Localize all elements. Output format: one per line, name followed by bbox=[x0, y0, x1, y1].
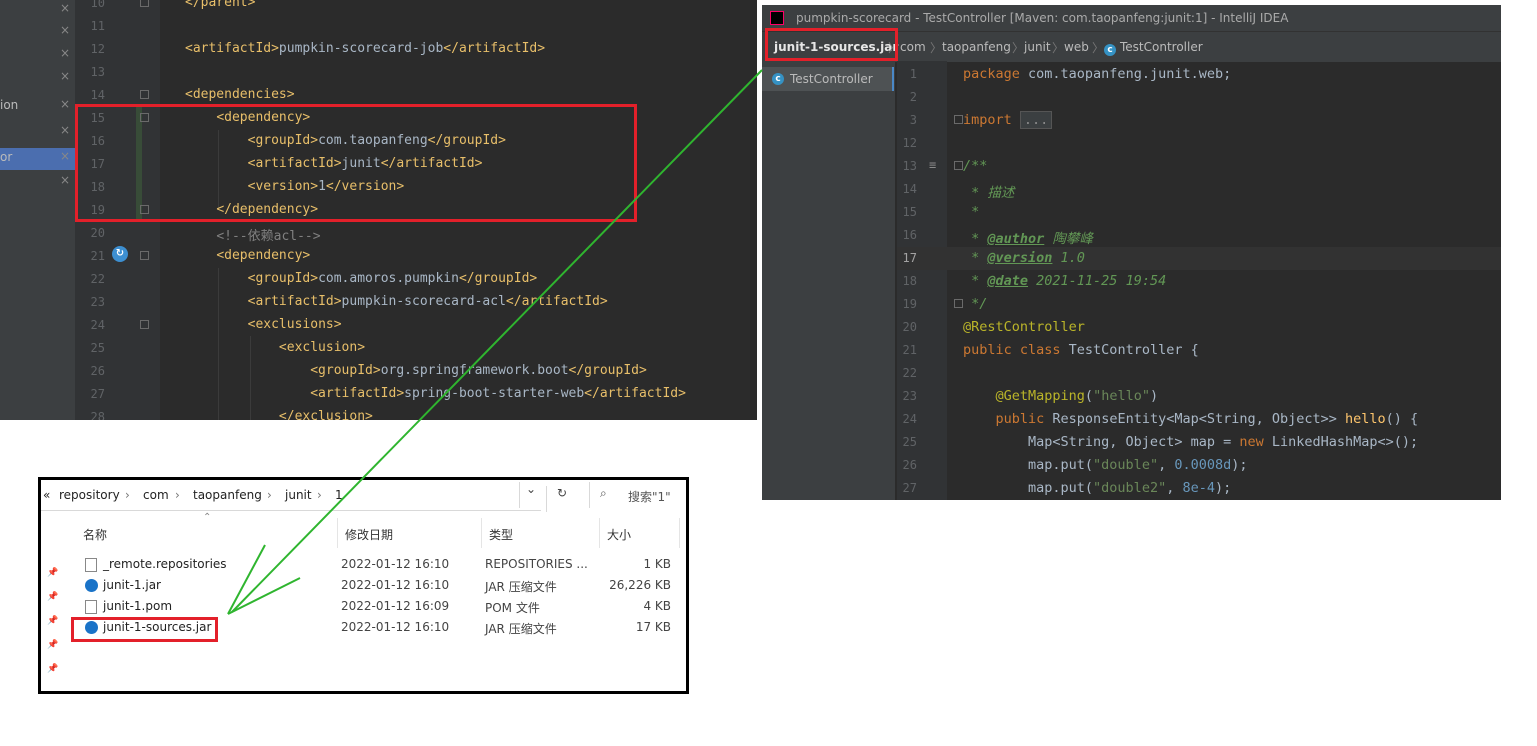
arrow-head-right bbox=[227, 577, 301, 615]
arrow-line bbox=[231, 69, 763, 613]
annotation-arrows bbox=[227, 69, 763, 615]
